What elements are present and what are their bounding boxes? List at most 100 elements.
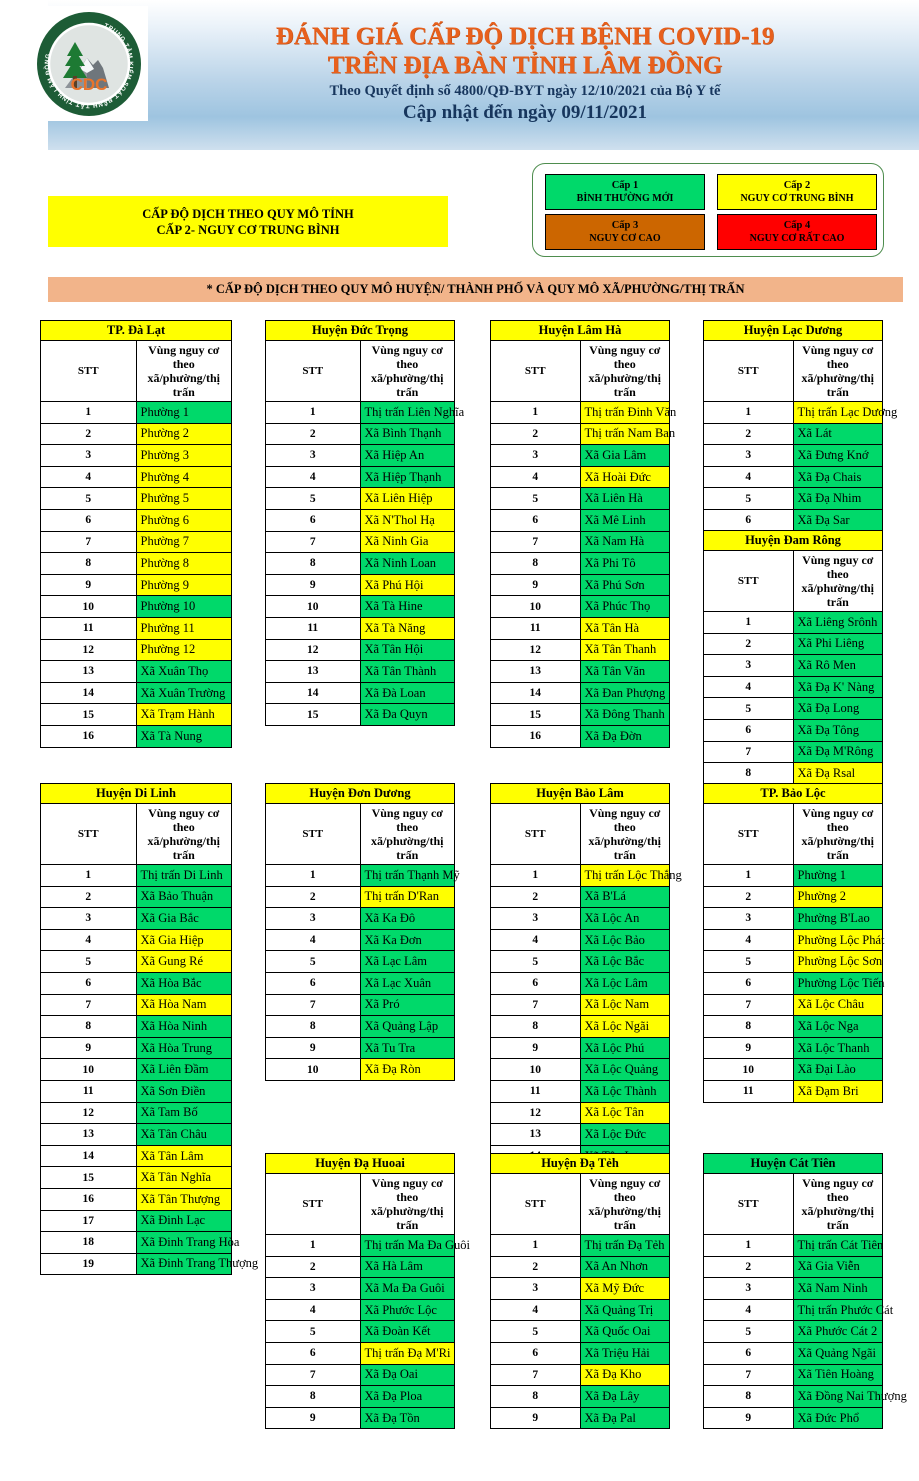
column-header-zone-line-2: xã/phường/thị trấn (801, 834, 875, 862)
title-line-2: TRÊN ĐỊA BÀN TỈNH LÂM ĐỒNG (327, 52, 723, 79)
row-index: 9 (40, 1036, 137, 1060)
column-header-stt: STT (703, 1173, 794, 1235)
legend-level-4-code: Cấp 4 (783, 220, 811, 231)
table-row: 8 Xã Đạ Rsal (703, 762, 883, 785)
commune-name: Xã Phước Cát 2 (792, 1320, 883, 1343)
column-header-stt: STT (265, 803, 361, 865)
row-index: 6 (703, 718, 794, 742)
table-row: 9 Xã Phú Sơn (490, 573, 670, 597)
row-index: 4 (265, 465, 361, 489)
table-row: 7 Xã Ninh Gia (265, 530, 455, 554)
row-index: 18 (40, 1231, 137, 1254)
commune-name: Xã Lộc Thanh (792, 1036, 883, 1060)
table-row: 11 Xã Tà Năng (265, 616, 455, 640)
commune-name: Xã Đoàn Kết (359, 1320, 455, 1343)
table-row: 1 Xã Liêng Srônh (703, 611, 883, 634)
table-row: 6 Xã N'Thol Hạ (265, 508, 455, 532)
commune-name: Xã Gia Hiệp (135, 928, 232, 952)
table-row: 15 Xã Đa Quyn (265, 703, 455, 726)
commune-name: Xã Hòa Bắc (135, 971, 232, 995)
row-index: 9 (490, 573, 581, 597)
commune-name: Xã Đạ Chais (792, 465, 883, 489)
table-title-ductrong: Huyện Đức Trọng (265, 320, 455, 341)
column-header-zone-line-2: xã/phường/thị trấn (147, 371, 221, 399)
table-row: 7 Xã Lộc Nam (490, 993, 670, 1017)
row-index: 2 (490, 422, 581, 446)
table-row: 10 Xã Tà Hine (265, 595, 455, 618)
table-donduong: Huyện Đơn Dương STT Vùng nguy cơ theo xã/ph… (265, 783, 460, 1081)
column-header-zone-line-1: Vùng nguy cơ theo (148, 343, 220, 371)
table-row: 7 Xã Tiên Hoàng (703, 1363, 883, 1387)
row-index: 4 (703, 1298, 794, 1322)
row-index: 16 (40, 1187, 137, 1211)
table-row: 3 Phường 3 (40, 444, 232, 467)
table-row: 1 Thị trấn Lạc Dương (703, 401, 897, 424)
row-index: 8 (490, 1015, 581, 1038)
table-row: 12 Xã Tam Bố (40, 1101, 232, 1125)
commune-name: Xã Đạ Kho (579, 1363, 670, 1387)
commune-name: Xã Liên Hiệp (359, 487, 455, 510)
commune-name: Xã Gung Ré (135, 950, 232, 973)
commune-name: Phường 5 (135, 487, 232, 510)
column-header-zone-line-2: xã/phường/thị trấn (801, 371, 875, 399)
commune-name: Xã Lộc Nam (579, 993, 670, 1017)
row-index: 8 (490, 552, 581, 575)
row-index: 5 (703, 1320, 794, 1343)
row-index: 1 (490, 864, 581, 887)
commune-name: Phường 12 (135, 638, 232, 662)
commune-name: Phường Lộc Phát (792, 928, 885, 952)
table-damrong: Huyện Đam Rông STT Vùng nguy cơ theo xã/phư… (703, 530, 883, 785)
table-row: 11 Xã Đạm Bri (703, 1079, 883, 1103)
commune-name: Thị trấn Thạnh Mỹ (359, 864, 460, 887)
commune-name: Xã Đạ Nhim (792, 487, 883, 510)
table-row: 5 Xã Đạ Nhim (703, 487, 883, 510)
column-header-stt: STT (703, 550, 794, 612)
table-row: 13 Xã Tân Thành (265, 660, 455, 683)
commune-name: Xã Hòa Ninh (135, 1015, 232, 1038)
commune-name: Xã Lộc Thành (579, 1079, 670, 1103)
table-dalat: TP. Đà Lạt STT Vùng nguy cơ theo xã/phường/… (40, 320, 232, 748)
commune-name: Xã Pró (359, 993, 455, 1017)
commune-name: Xã Lộc Đức (579, 1123, 670, 1146)
table-row: 3 Phường B'Lao (703, 907, 883, 930)
table-row: 3 Xã Lộc An (490, 907, 670, 930)
commune-name: Xã Ninh Gia (359, 530, 455, 554)
table-row: 8 Xã Hòa Ninh (40, 1015, 232, 1038)
table-row: 2 Xã Bảo Thuận (40, 885, 232, 909)
commune-name: Xã Ka Đơn (359, 928, 455, 952)
table-row: 13 Xã Lộc Đức (490, 1123, 670, 1146)
district-scope-subtitle: * CẤP ĐỘ DỊCH THEO QUY MÔ HUYỆN/ THÀNH P… (48, 277, 903, 302)
row-index: 3 (490, 907, 581, 930)
commune-name: Xã Liêng Srônh (792, 611, 883, 634)
table-row: 14 Xã Tân Lâm (40, 1144, 232, 1168)
table-row: 3 Xã Gia Bắc (40, 907, 232, 930)
table-row: 10 Xã Đại Lào (703, 1058, 883, 1081)
commune-name: Xã Đạ Oai (359, 1363, 455, 1387)
commune-name: Thị trấn Ma Đa Guôi (359, 1234, 470, 1257)
row-index: 14 (40, 681, 137, 705)
row-index: 13 (40, 660, 137, 683)
row-index: 15 (490, 703, 581, 726)
commune-name: Xã Đinh Trang Thượng (135, 1252, 258, 1276)
column-header-zone: Vùng nguy cơ theo xã/phường/thị trấn (135, 340, 232, 402)
row-index: 9 (490, 1406, 581, 1430)
row-index: 11 (265, 616, 361, 640)
row-index: 10 (490, 595, 581, 618)
commune-name: Phường B'Lao (792, 907, 883, 930)
column-header-zone: Vùng nguy cơ theo xã/phường/thị trấn (359, 1173, 455, 1235)
table-row: 2 Xã B'Lá (490, 885, 670, 909)
row-index: 8 (265, 1015, 361, 1038)
row-index: 8 (40, 552, 137, 575)
table-title-baoloc: TP. Bảo Lộc (703, 783, 883, 804)
commune-name: Phường 10 (135, 595, 232, 618)
table-row: 8 Phường 8 (40, 552, 232, 575)
commune-name: Xã Nam Ninh (792, 1277, 883, 1300)
column-header-stt: STT (703, 803, 794, 865)
row-index: 2 (40, 885, 137, 909)
table-row: 2 Phường 2 (40, 422, 232, 446)
legend-level-3-label: NGUY CƠ CAO (589, 233, 661, 244)
legend-item-level-2: Cấp 2 NGUY CƠ TRUNG BÌNH (717, 174, 877, 210)
table-row: 9 Xã Lộc Phú (490, 1036, 670, 1060)
table-row: 3 Xã Ma Đa Guôi (265, 1277, 455, 1300)
title-line-1: ĐÁNH GIÁ CẤP ĐỘ DỊCH BỆNH COVID-19 (275, 23, 775, 50)
